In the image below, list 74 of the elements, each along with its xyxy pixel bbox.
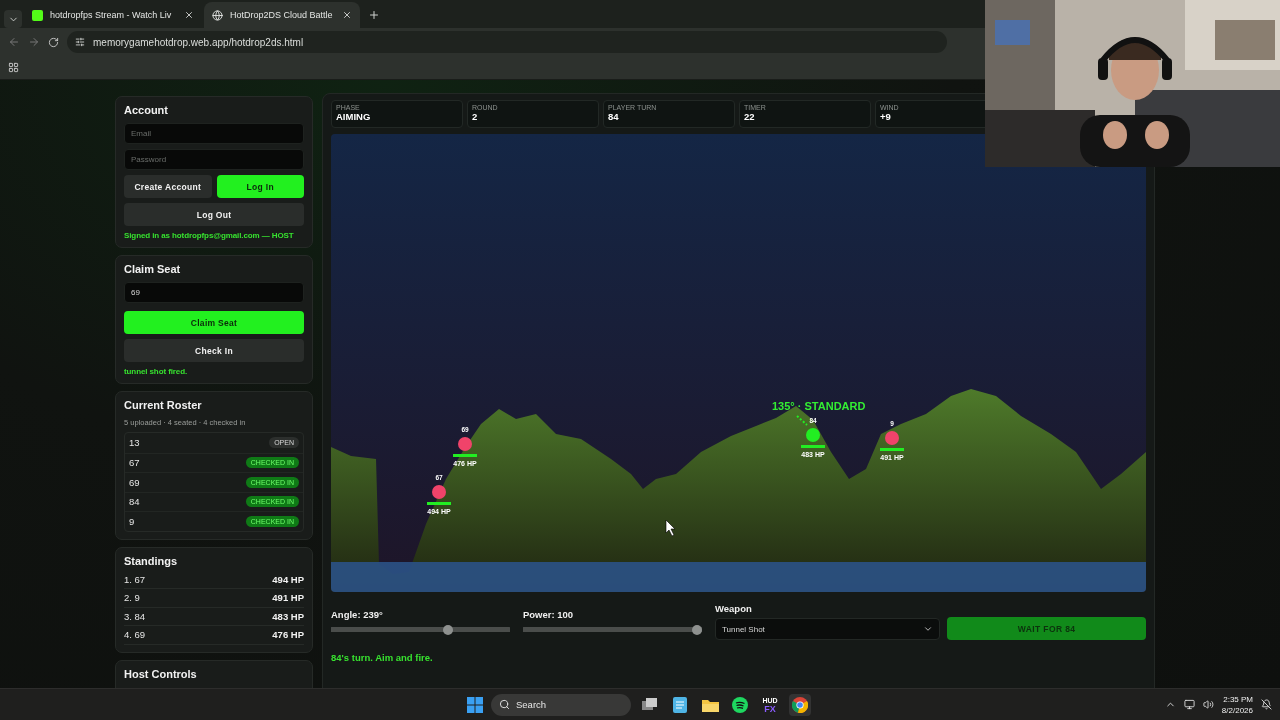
close-icon[interactable] [184,10,194,20]
standing-hp: 491 HP [272,592,304,604]
taskbar-search[interactable]: Search [491,693,631,716]
standing-rank: 1. 67 [124,573,146,585]
globe-icon [212,9,223,21]
tab-list-button[interactable] [4,10,22,28]
panel-title: Standings [124,554,179,567]
standing-hp: 476 HP [272,629,304,641]
stat-value: AIMING [336,111,372,122]
slider-thumb[interactable] [691,625,702,635]
standing-hp: 494 HP [272,573,304,585]
clock[interactable]: 2:35 PM 8/2/2026 [1221,693,1253,716]
create-account-button[interactable]: Create Account [124,175,212,198]
health-bar [453,454,477,457]
stat-value: 84 [608,111,620,122]
chevron-icon [923,624,934,634]
standing-rank: 3. 84 [124,610,146,622]
health-bar [801,445,825,448]
kick-icon [32,9,43,21]
seat-number: 13 [129,437,140,449]
browser-tab[interactable]: hotdropfps Stream - Watch Liv [24,2,202,28]
seat-field[interactable]: 69 [124,282,304,303]
network-icon[interactable] [1183,699,1195,710]
seat-number: 69 [129,476,140,488]
seat-number: 9 [129,515,135,527]
address-bar[interactable]: memorygamehotdrop.web.app/hotdrop2ds.html [67,31,947,53]
claim-seat-button[interactable]: Claim Seat [124,311,304,334]
weapon-label: Weapon [714,603,753,614]
power-slider[interactable] [523,625,702,635]
angle-slider[interactable] [331,625,510,635]
new-tab-icon[interactable] [368,9,380,21]
site-settings-icon[interactable] [75,37,85,47]
panel-title: Host Controls [124,667,198,680]
account-status: Signed in as hotdropfps@gmail.com — HOST [124,231,295,240]
health-bar [880,448,904,451]
log-in-button[interactable]: Log In [216,175,304,198]
standing-hp: 483 HP [272,610,304,622]
notification-icon[interactable] [1261,699,1272,710]
cursor-icon [665,519,676,537]
volume-icon[interactable] [1202,699,1214,710]
stat-value: 2 [472,111,479,122]
spotify-icon[interactable] [732,696,748,713]
apps-icon[interactable] [8,62,19,73]
standing-rank: 4. 69 [124,629,146,641]
turn-status: 84's turn. Aim and fire. [331,652,434,663]
folder-icon[interactable] [701,697,719,712]
windows-icon[interactable] [642,697,658,712]
stat-value: 22 [744,111,756,122]
seat-number: 84 [129,496,140,508]
reload-icon[interactable] [48,36,59,48]
browser-tab[interactable]: HotDrop2DS Cloud Battle [204,2,360,28]
check-in-button[interactable]: Check In [124,339,304,362]
standing-rank: 2. 9 [124,592,140,604]
stat-value: +9 [880,111,892,122]
chrome-icon[interactable] [792,696,808,713]
health-bar [427,502,451,505]
power-label: Power: 100 [523,609,575,620]
panel-title: Account [124,104,169,116]
notepad-icon[interactable] [673,696,687,713]
password-field[interactable]: Password [124,149,304,170]
email-field[interactable]: Email [124,123,304,144]
panel-title: Claim Seat [124,263,182,275]
angle-label: Angle: 239° [331,609,384,620]
start-icon[interactable] [467,696,483,713]
slider-thumb[interactable] [442,625,453,635]
log-out-button[interactable]: Log Out [124,203,304,226]
search-icon [499,699,510,710]
close-icon[interactable] [342,10,352,20]
aim-line [796,415,808,426]
seat-message: tunnel shot fired. [124,367,189,376]
weapon-select[interactable]: Tunnel Shot [714,618,941,640]
panel-title: Current Roster [124,399,203,411]
seat-number: 67 [129,457,140,469]
aim-label: 135° · STANDARD [772,400,866,412]
